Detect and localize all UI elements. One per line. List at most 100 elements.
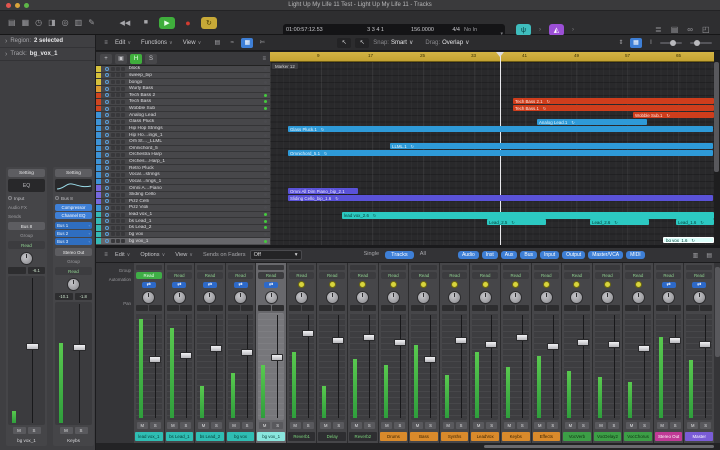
mute-button[interactable] (111, 239, 115, 243)
channel-name[interactable]: bg vox_1 (257, 432, 285, 441)
mute-button[interactable]: M (626, 422, 637, 429)
record-enable-icon[interactable] (264, 180, 267, 183)
setting-button[interactable]: Setting (8, 169, 45, 177)
freeze-button[interactable] (121, 232, 125, 236)
mute-button[interactable]: M (412, 422, 423, 429)
solo-button[interactable] (116, 213, 120, 217)
mute-button[interactable] (111, 186, 115, 190)
filter-mastervca[interactable]: Master/VCA (588, 251, 623, 259)
mute-button[interactable] (111, 213, 115, 217)
input-monitor-icon[interactable] (8, 196, 12, 200)
freeze-button[interactable] (121, 206, 125, 210)
mixer-view-icon[interactable]: ▥ (693, 252, 699, 259)
solo-button[interactable]: S (608, 422, 619, 429)
input-monitor-icon[interactable] (105, 239, 109, 243)
channel-name[interactable]: Stereo Out (655, 432, 683, 441)
solo-button[interactable]: S (456, 422, 467, 429)
solo-button[interactable]: S (547, 422, 558, 429)
pan-knob[interactable] (20, 252, 33, 265)
input-monitor-icon[interactable] (105, 67, 109, 71)
stereo-format-icon[interactable]: ⇄ (234, 282, 248, 288)
solo-button[interactable]: S (242, 422, 253, 429)
track-inspector-header[interactable]: › Track: bg_vox_1 (0, 48, 95, 61)
volume-fader[interactable] (136, 313, 162, 420)
channel-name[interactable]: lead vox_1 (135, 432, 163, 441)
output-slot[interactable]: Bus 8 (8, 222, 45, 230)
automation-mode-button[interactable]: Read (625, 272, 651, 279)
freeze-button[interactable] (121, 213, 125, 217)
channel-name[interactable]: Bass (410, 432, 438, 441)
scissors-icon[interactable]: ✄ (256, 38, 268, 48)
output-slot[interactable]: Stereo Out (55, 248, 92, 256)
add-track-button[interactable]: + (100, 54, 112, 64)
freeze-button[interactable] (121, 73, 125, 77)
filter-output[interactable]: Output (562, 251, 585, 259)
stereo-format-icon[interactable]: ⇄ (172, 282, 186, 288)
pan-knob[interactable] (387, 291, 400, 304)
menu-edit[interactable]: Edit∨ (115, 252, 130, 258)
record-enable-icon[interactable] (264, 87, 267, 90)
automation-mode-button[interactable]: Read (136, 272, 162, 279)
snap-menu[interactable]: Snap: Smart ∨ (373, 39, 413, 46)
channel-name[interactable]: VocDelay2 (594, 432, 622, 441)
cycle-button[interactable]: ↻ (201, 17, 217, 29)
track-row[interactable]: Vocal…rings_1 (96, 179, 270, 186)
solo-button[interactable]: S (75, 427, 88, 434)
solo-button[interactable] (116, 206, 120, 210)
disclosure-icon[interactable]: › (5, 51, 7, 58)
freeze-button[interactable] (121, 146, 125, 150)
mute-button[interactable]: M (320, 422, 331, 429)
mono-format-icon[interactable] (512, 281, 519, 288)
send-slot[interactable]: Bus 2◦ (55, 230, 92, 237)
menu-functions[interactable]: Functions∨ (141, 40, 173, 46)
lcd-field[interactable]: 01:00:57:12.53 (286, 27, 348, 33)
record-enable-icon[interactable] (264, 193, 267, 196)
region[interactable]: bg vox_1.6↻ (663, 237, 714, 243)
freeze-button[interactable] (121, 87, 125, 91)
freeze-button[interactable] (121, 93, 125, 97)
fader-cap[interactable] (241, 349, 253, 356)
volume-fader[interactable] (55, 302, 92, 425)
mixer-view-all[interactable]: All (420, 251, 426, 259)
input-monitor-icon[interactable] (105, 173, 109, 177)
pan-knob[interactable] (142, 291, 155, 304)
mute-button[interactable] (111, 226, 115, 230)
mute-button[interactable]: M (167, 422, 178, 429)
mixer-channel-strip[interactable]: ReadMSVocChorus (623, 263, 653, 443)
horizontal-scrollbar[interactable] (484, 445, 714, 448)
mute-button[interactable] (111, 93, 115, 97)
freeze-button[interactable] (121, 160, 125, 164)
region[interactable]: Tech Bass.1↻ (513, 105, 714, 111)
drag-menu[interactable]: Drag: Overlap ∨ (425, 39, 469, 46)
region[interactable]: Lead_2.5↻ (487, 219, 546, 225)
automation-mode-button[interactable]: Read (503, 272, 529, 279)
track-row[interactable]: Orches…Harp_1 (96, 159, 270, 166)
record-enable-icon[interactable] (264, 160, 267, 163)
input-monitor-icon[interactable] (105, 166, 109, 170)
solo-button[interactable] (116, 67, 120, 71)
pan-knob[interactable] (295, 291, 308, 304)
track-row[interactable]: bs Lead_2 (96, 225, 270, 232)
group-slot[interactable] (503, 265, 529, 270)
menu-view[interactable]: View∨ (183, 40, 202, 46)
volume-fader[interactable] (534, 313, 560, 420)
freeze-button[interactable] (121, 186, 125, 190)
pan-knob[interactable] (448, 291, 461, 304)
solo-button[interactable] (116, 239, 120, 243)
mute-button[interactable] (111, 219, 115, 223)
mixer-menu-icon[interactable]: ≡ (100, 250, 112, 260)
horizontal-zoom-slider[interactable] (660, 42, 682, 44)
input-monitor-icon[interactable] (105, 93, 109, 97)
send-slot[interactable]: Bus 1◦ (55, 222, 92, 229)
send-knob-icon[interactable]: ◦ (89, 231, 90, 236)
strip-config-icon[interactable]: ▤ (706, 252, 712, 259)
rewind-button[interactable]: ◀◀ (117, 17, 133, 29)
volume-fader[interactable] (197, 313, 223, 420)
solo-button[interactable] (116, 126, 120, 130)
input-slot[interactable]: Input (8, 194, 45, 202)
freeze-button[interactable] (121, 153, 125, 157)
input-monitor-icon[interactable] (105, 126, 109, 130)
automation-mode-button[interactable]: Read (197, 272, 223, 279)
automation-mode-button[interactable]: Read (534, 272, 560, 279)
input-monitor-icon[interactable] (105, 113, 109, 117)
